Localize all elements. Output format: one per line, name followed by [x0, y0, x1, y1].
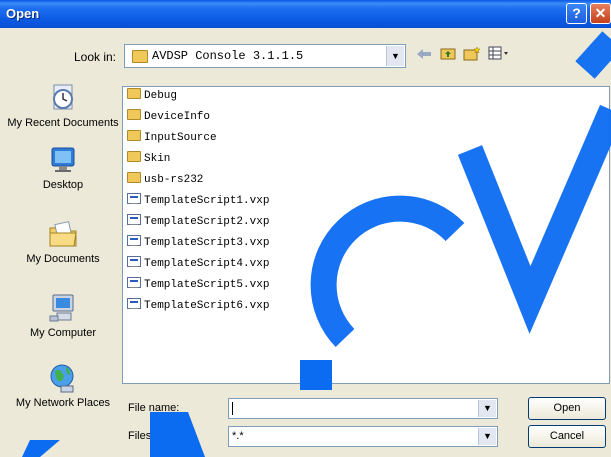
- recent-documents-icon: [47, 82, 79, 114]
- file-name: TemplateScript5.vxp: [144, 279, 270, 291]
- folder-icon: [132, 50, 148, 63]
- file-name: TemplateScript2.vxp: [144, 216, 270, 228]
- file-name-field[interactable]: ▼: [228, 398, 498, 419]
- cancel-button[interactable]: Cancel: [528, 425, 606, 448]
- place-label: My Recent Documents: [7, 117, 119, 129]
- close-button[interactable]: ✕: [590, 3, 611, 24]
- help-button[interactable]: ?: [566, 3, 587, 24]
- folder-icon: [127, 130, 141, 141]
- place-my-documents[interactable]: My Documents: [6, 218, 120, 265]
- title-bar[interactable]: Open ? ✕: [0, 0, 611, 28]
- folder-icon: [127, 172, 141, 183]
- look-in-combo[interactable]: AVDSP Console 3.1.1.5 ▼: [124, 44, 406, 68]
- views-menu-icon[interactable]: [488, 46, 508, 66]
- file-name: usb-rs232: [144, 174, 204, 186]
- file-list[interactable]: Debug DeviceInfo InputSource Skin usb-rs…: [122, 86, 610, 384]
- list-item[interactable]: Debug: [127, 87, 177, 106]
- file-name: TemplateScript3.vxp: [144, 237, 270, 249]
- list-item[interactable]: TemplateScript6.vxp: [127, 297, 269, 316]
- list-item[interactable]: TemplateScript3.vxp: [127, 234, 269, 253]
- desktop-icon: [47, 144, 79, 176]
- my-documents-icon: [47, 218, 79, 250]
- list-item[interactable]: InputSource: [127, 129, 217, 148]
- chevron-down-icon[interactable]: ▼: [386, 46, 404, 66]
- new-folder-icon[interactable]: [462, 46, 482, 66]
- files-of-type-label: Files of type:: [128, 430, 191, 442]
- open-button[interactable]: Open: [528, 397, 606, 420]
- file-name: DeviceInfo: [144, 111, 211, 123]
- script-file-icon: [127, 193, 141, 204]
- list-item[interactable]: usb-rs232: [127, 171, 203, 190]
- script-file-icon: [127, 256, 141, 267]
- script-file-icon: [127, 214, 141, 225]
- back-icon[interactable]: [414, 46, 434, 66]
- file-name-label: File name:: [128, 402, 180, 414]
- file-name: TemplateScript4.vxp: [144, 258, 270, 270]
- list-item[interactable]: TemplateScript4.vxp: [127, 255, 269, 274]
- place-label: Desktop: [42, 179, 84, 191]
- script-file-icon: [127, 298, 141, 309]
- list-item[interactable]: TemplateScript1.vxp: [127, 192, 269, 211]
- file-name: TemplateScript6.vxp: [144, 300, 270, 312]
- text-caret: [232, 402, 233, 415]
- file-name: TemplateScript1.vxp: [144, 195, 270, 207]
- place-my-computer[interactable]: My Computer: [6, 292, 120, 339]
- place-my-recent-documents[interactable]: My Recent Documents: [6, 82, 120, 129]
- folder-icon: [127, 151, 141, 162]
- my-computer-icon: [47, 292, 79, 324]
- script-file-icon: [127, 235, 141, 246]
- place-my-network-places[interactable]: My Network Places: [6, 362, 120, 409]
- place-label: My Network Places: [15, 397, 111, 409]
- up-folder-icon[interactable]: [438, 46, 458, 66]
- file-name: InputSource: [144, 132, 217, 144]
- folder-icon: [127, 88, 141, 99]
- window-title: Open: [6, 6, 40, 21]
- file-name: Debug: [144, 90, 178, 102]
- list-item[interactable]: Skin: [127, 150, 170, 169]
- look-in-value: AVDSP Console 3.1.1.5: [152, 49, 304, 63]
- file-name: Skin: [144, 153, 171, 165]
- folder-icon: [127, 109, 141, 120]
- open-dialog: Open ? ✕ Look in: AVDSP Console 3.1.1.5 …: [0, 0, 611, 457]
- look-in-label: Look in:: [73, 50, 116, 64]
- place-label: My Computer: [29, 327, 97, 339]
- files-of-type-value: *.*: [232, 430, 244, 442]
- list-item[interactable]: DeviceInfo: [127, 108, 210, 127]
- chevron-down-icon[interactable]: ▼: [478, 428, 496, 445]
- places-bar: My Recent Documents Desktop My Documents…: [6, 78, 120, 456]
- chevron-down-icon[interactable]: ▼: [478, 400, 496, 417]
- network-places-icon: [47, 362, 79, 394]
- script-file-icon: [127, 277, 141, 288]
- place-label: My Documents: [26, 253, 100, 265]
- files-of-type-select[interactable]: *.* ▼: [228, 426, 498, 447]
- place-desktop[interactable]: Desktop: [6, 144, 120, 191]
- list-item[interactable]: TemplateScript5.vxp: [127, 276, 269, 295]
- list-item[interactable]: TemplateScript2.vxp: [127, 213, 269, 232]
